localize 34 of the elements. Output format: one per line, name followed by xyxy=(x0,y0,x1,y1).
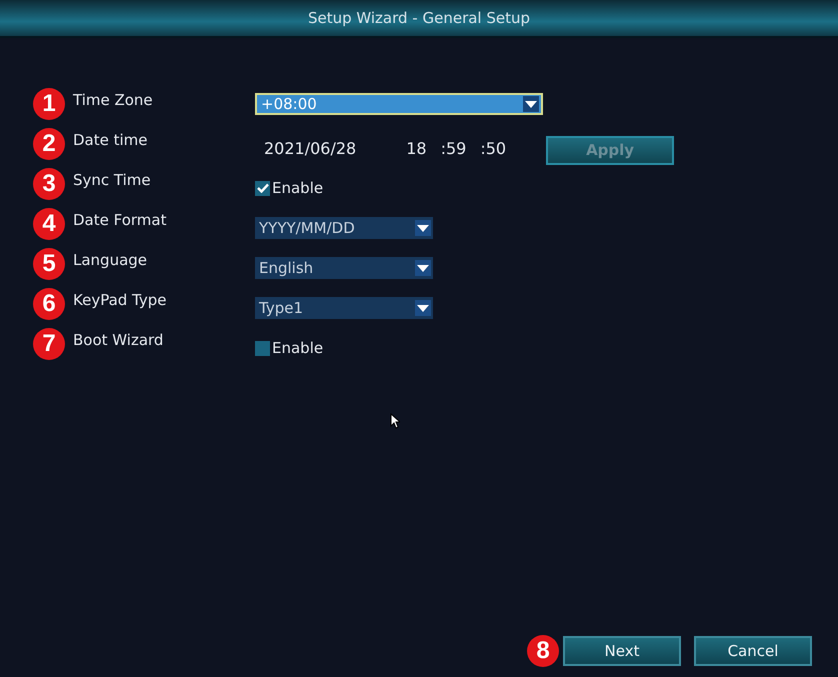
step-number-badge: 8 xyxy=(527,635,559,667)
step-number-badge: 4 xyxy=(33,208,65,240)
dropdown-select[interactable]: Type1 xyxy=(255,297,433,319)
field-label: Sync Time xyxy=(72,171,152,189)
step-number-badge: 7 xyxy=(33,328,65,360)
dropdown-arrow-icon xyxy=(417,264,429,272)
window-title: Setup Wizard - General Setup xyxy=(308,9,530,27)
field-label: Language xyxy=(72,251,148,269)
next-button[interactable]: Next xyxy=(563,636,681,666)
field-label: Date Format xyxy=(72,211,168,229)
time-field[interactable]: :50 xyxy=(480,138,506,158)
time-field[interactable]: 18 xyxy=(406,138,427,158)
dropdown-arrow-icon xyxy=(525,100,537,108)
checkbox[interactable] xyxy=(255,180,270,196)
step-number-badge: 5 xyxy=(33,248,65,280)
checkbox-label: Enable xyxy=(272,179,324,197)
field-label: Time Zone xyxy=(72,91,154,109)
step-number-badge: 1 xyxy=(33,88,65,120)
date-field[interactable]: 2021/06/28 xyxy=(264,138,356,158)
dropdown-arrow-icon xyxy=(417,224,429,232)
dropdown-arrow-icon xyxy=(417,304,429,312)
step-number-badge: 6 xyxy=(33,288,65,320)
dropdown-select[interactable]: English xyxy=(255,257,433,279)
field-label: Date time xyxy=(72,131,149,149)
time-field[interactable]: :59 xyxy=(440,138,466,158)
cancel-button[interactable]: Cancel xyxy=(694,636,812,666)
dropdown-select[interactable]: YYYY/MM/DD xyxy=(255,217,433,239)
field-label: Boot Wizard xyxy=(72,331,164,349)
step-number-badge: 3 xyxy=(33,168,65,200)
mouse-cursor-icon xyxy=(390,413,400,429)
checkbox-label: Enable xyxy=(272,339,324,357)
step-number-badge: 2 xyxy=(33,128,65,160)
field-label: KeyPad Type xyxy=(72,291,168,309)
checkbox[interactable] xyxy=(255,340,270,356)
